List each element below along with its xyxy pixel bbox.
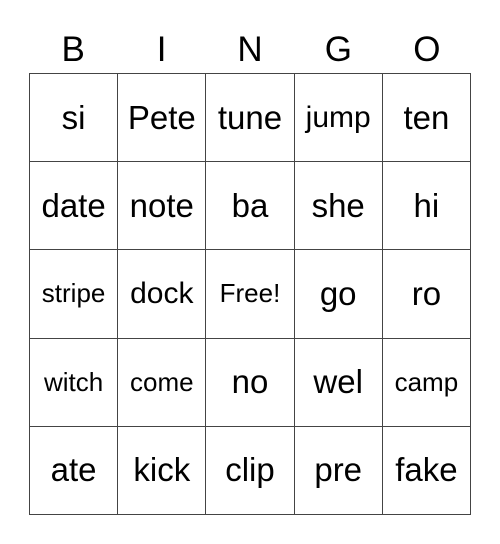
bingo-cell: jump [294,74,383,163]
bingo-cell: hi [382,162,471,251]
bingo-grid: si Pete tune jump ten date note ba she hi stripe do… [29,73,471,515]
bingo-cell: pre [294,426,383,515]
header-letter-n: N [237,30,263,69]
bingo-cell: date [30,162,119,251]
bingo-cell: fake [382,426,471,515]
header-letter-g: G [324,30,353,69]
bingo-cell: ro [382,250,471,339]
bingo-cell: witch [30,338,119,427]
bingo-cell: go [294,250,383,339]
bingo-cell: no [206,338,295,427]
bingo-cell: si [30,74,119,163]
bingo-cell: stripe [30,250,119,339]
bingo-cell: she [294,162,383,251]
bingo-header: B I N G O [29,28,471,72]
bingo-cell: ba [206,162,295,251]
bingo-cell: ate [30,426,119,515]
bingo-cell: come [118,338,207,427]
bingo-cell: camp [382,338,471,427]
bingo-cell: tune [206,74,295,163]
header-letter-o: O [413,30,441,69]
bingo-cell: dock [118,250,207,339]
bingo-cell: kick [118,426,207,515]
free-space-cell: Free! [206,250,295,339]
bingo-cell: wel [294,338,383,427]
bingo-cell: note [118,162,207,251]
bingo-cell: ten [382,74,471,163]
bingo-cell: Pete [118,74,207,163]
header-letter-i: I [156,30,167,69]
header-letter-b: B [61,30,85,69]
bingo-cell: clip [206,426,295,515]
